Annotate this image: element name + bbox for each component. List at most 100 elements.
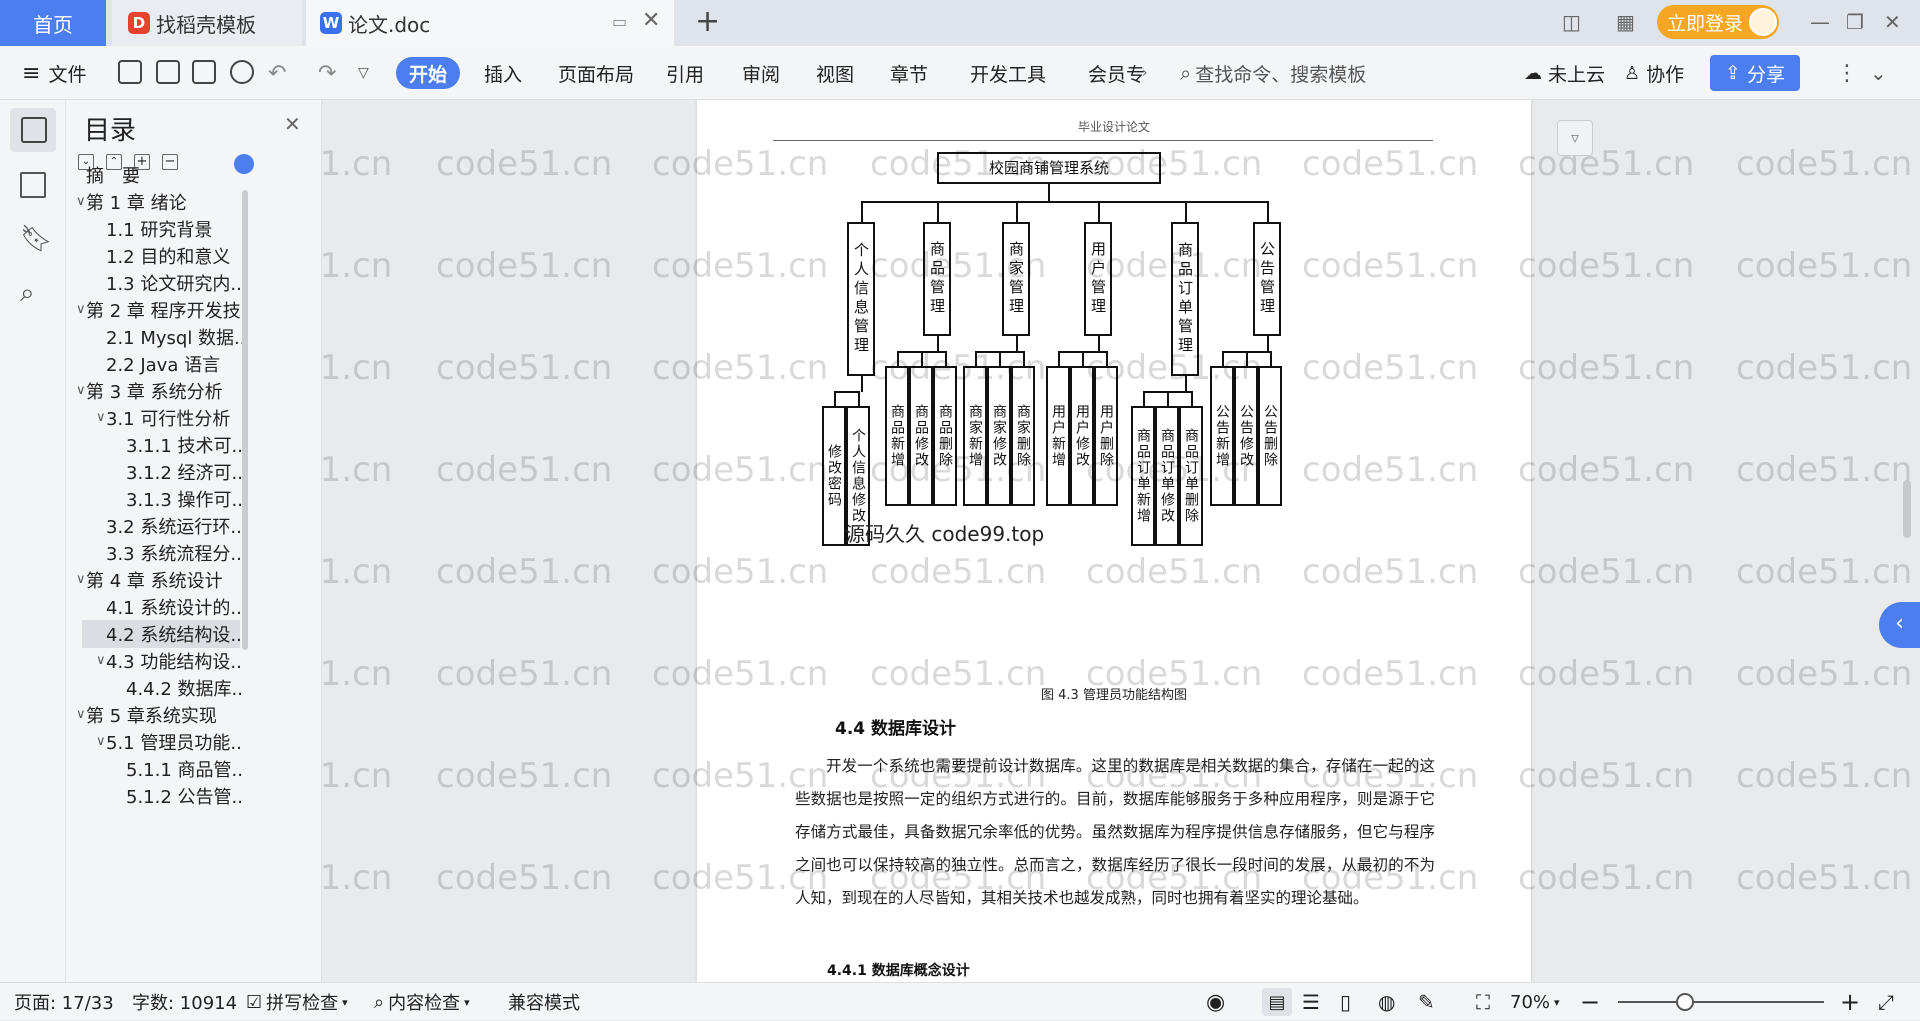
login-button[interactable]: 立即登录 <box>1657 5 1779 39</box>
file-menu[interactable]: ≡ 文件 <box>22 46 86 100</box>
watermark-text: code51.cn <box>1086 756 1263 796</box>
fullscreen-icon[interactable]: ⤢ <box>1878 983 1894 1021</box>
toc-item[interactable]: 1.2 目的和意义 <box>106 241 242 271</box>
word-count[interactable]: 字数: 10914 <box>132 983 237 1021</box>
more-options-icon[interactable]: ⋮ <box>1836 46 1858 100</box>
preview-icon[interactable] <box>230 60 254 84</box>
toc-tab[interactable] <box>10 108 56 152</box>
command-search[interactable]: ⌕ 查找命令、搜索模板 <box>1180 46 1366 100</box>
toc-expand-icon[interactable]: ∨ <box>76 707 86 722</box>
tab-document[interactable]: W 论文.doc ▭ ✕ <box>306 0 674 46</box>
menu-page-layout[interactable]: 页面布局 <box>558 46 634 100</box>
zoom-slider-thumb[interactable] <box>1676 993 1694 1011</box>
writer-icon: W <box>320 12 342 34</box>
collapse-ribbon-icon[interactable]: ⌄ <box>1870 46 1887 100</box>
apps-grid-icon[interactable]: ▦ <box>1616 10 1635 34</box>
toc-item[interactable]: 3.1.1 技术可... <box>126 430 242 460</box>
menu-insert[interactable]: 插入 <box>484 46 522 100</box>
toc-item[interactable]: 1.3 论文研究内... <box>106 268 242 298</box>
toc-expand-icon[interactable]: ∨ <box>76 194 86 209</box>
toc-item[interactable]: 第 3 章 系统分析 <box>86 376 242 406</box>
menu-view[interactable]: 视图 <box>816 46 854 100</box>
toc-item[interactable]: 5.1 管理员功能... <box>106 727 242 757</box>
toc-expand-icon[interactable]: ∨ <box>76 302 86 317</box>
close-window-icon[interactable]: ✕ <box>1884 10 1901 34</box>
expand-side-panel-icon[interactable]: ‹ <box>1879 602 1920 648</box>
bookmark-icon[interactable]: 🔖︎ <box>20 226 53 252</box>
menu-member[interactable]: 会员专 <box>1088 46 1145 100</box>
toc-item[interactable]: 5.1.2 公告管... <box>126 781 242 811</box>
toc-expand-icon[interactable]: ∨ <box>96 410 106 425</box>
toc-item[interactable]: 1.1 研究背景 <box>106 214 242 244</box>
web-view-icon[interactable]: ◍ <box>1378 983 1395 1021</box>
more-chevron-icon[interactable]: ▽ <box>358 46 369 100</box>
page-tools-icon[interactable]: ▿ <box>1557 120 1593 156</box>
toc-item[interactable]: 第 2 章 程序开发技... <box>86 295 242 325</box>
tab-document-label: 论文.doc <box>348 12 431 37</box>
toc-item[interactable]: 3.1.3 操作可... <box>126 484 242 514</box>
toc-item[interactable]: 3.1.2 经济可... <box>126 457 242 487</box>
outline-view-icon[interactable]: ☰ <box>1302 983 1320 1021</box>
tab-docer[interactable]: D 找稻壳模板 <box>112 0 302 46</box>
toc-expand-icon[interactable]: ∨ <box>76 383 86 398</box>
zoom-in-icon[interactable]: + <box>1840 983 1860 1021</box>
find-icon[interactable]: ⌕ <box>20 280 46 306</box>
toc-item[interactable]: 第 1 章 绪论 <box>86 187 242 217</box>
redo-icon[interactable]: ↷ <box>318 46 336 100</box>
close-tab-icon[interactable]: ✕ <box>642 8 660 33</box>
outline-icon[interactable] <box>20 172 46 198</box>
vertical-scrollbar[interactable] <box>1903 480 1911 538</box>
toc-item[interactable]: 4.2 系统结构设... <box>106 619 242 649</box>
zoom-level[interactable]: 70% ▾ <box>1510 983 1560 1021</box>
tab-home[interactable]: 首页 <box>0 0 106 46</box>
toc-item[interactable]: 5.1.1 商品管... <box>126 754 242 784</box>
toc-item[interactable]: 第 4 章 系统设计 <box>86 565 242 595</box>
toc-expand-icon[interactable]: ∨ <box>96 734 106 749</box>
write-view-icon[interactable]: ✎ <box>1418 983 1435 1021</box>
undo-icon[interactable]: ↶ <box>268 46 286 100</box>
minimize-icon[interactable]: — <box>1810 10 1830 34</box>
content-check[interactable]: ⌕ 内容检查 ▾ <box>374 983 470 1021</box>
restore-icon[interactable]: ❐ <box>1846 10 1864 34</box>
fit-page-icon[interactable]: ⛶ <box>1476 983 1490 1021</box>
export-icon[interactable] <box>156 60 180 84</box>
menu-references[interactable]: 引用 <box>666 46 704 100</box>
page-view-icon[interactable]: ▤ <box>1262 988 1292 1016</box>
new-tab-icon[interactable]: + <box>695 4 720 39</box>
reading-view-icon[interactable]: ▯ <box>1340 983 1351 1021</box>
menu-review[interactable]: 审阅 <box>742 46 780 100</box>
layout-icon[interactable]: ◫ <box>1562 10 1581 34</box>
share-button[interactable]: ⇪ 分享 <box>1710 55 1800 91</box>
menu-chapter[interactable]: 章节 <box>890 46 928 100</box>
toc-item[interactable]: 摘 要 <box>86 160 242 190</box>
menu-start[interactable]: 开始 <box>396 57 460 89</box>
toc-expand-icon[interactable]: ∨ <box>76 572 86 587</box>
eye-protect-icon[interactable]: ◉ <box>1206 983 1225 1021</box>
toc-item[interactable]: 4.1 系统设计的... <box>106 592 242 622</box>
zoom-out-icon[interactable]: − <box>1580 983 1600 1021</box>
close-panel-icon[interactable]: ✕ <box>284 112 301 136</box>
toc-item[interactable]: 2.1 Mysql 数据... <box>106 322 242 352</box>
toc-item[interactable]: 4.3 功能结构设... <box>106 646 242 676</box>
toc-item[interactable]: 4.4.2 数据库... <box>126 673 242 703</box>
collab-button[interactable]: ♙ 协作 <box>1624 46 1684 100</box>
cloud-status[interactable]: ☁ 未上云 <box>1524 46 1605 100</box>
spell-check[interactable]: ☑ 拼写检查 ▾ <box>246 983 348 1021</box>
menu-developer[interactable]: 开发工具 <box>970 46 1046 100</box>
print-icon[interactable] <box>192 60 216 84</box>
page-count[interactable]: 页面: 17/33 <box>14 983 114 1021</box>
toc-item[interactable]: 3.1 可行性分析 <box>106 403 242 433</box>
toc-item[interactable]: 3.2 系统运行环... <box>106 511 242 541</box>
dropdown-icon: ▾ <box>1554 995 1560 1009</box>
toc-item[interactable]: 第 5 章系统实现 <box>86 700 242 730</box>
toc-item[interactable]: 3.3 系统流程分... <box>106 538 242 568</box>
toc-item[interactable]: 2.2 Java 语言 <box>106 349 242 379</box>
screen-icon[interactable]: ▭ <box>612 12 627 31</box>
ribbon-more-icon[interactable]: › <box>1142 46 1148 100</box>
save-icon[interactable] <box>118 60 142 84</box>
watermark-text: code51.cn <box>1518 246 1695 286</box>
zoom-slider[interactable] <box>1618 1001 1824 1003</box>
toc-scrollbar[interactable] <box>242 190 248 650</box>
document-canvas[interactable]: 毕业设计论文 校园商铺管理系统 个人信息管理 修改密码 个人信息修改 商品管理 商品新增商… <box>323 100 1920 982</box>
toc-expand-icon[interactable]: ∨ <box>96 653 106 668</box>
